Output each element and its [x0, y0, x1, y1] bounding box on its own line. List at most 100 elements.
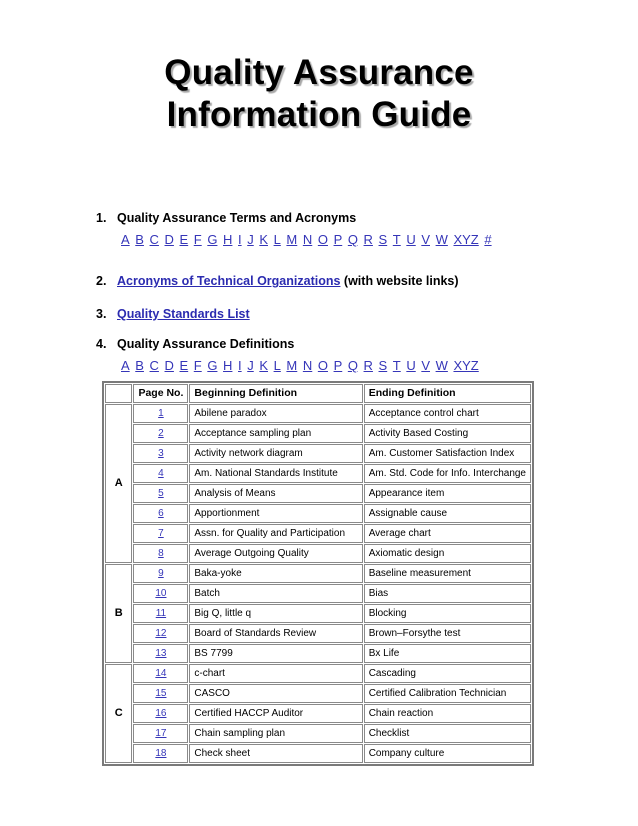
- terms-letter-link[interactable]: I: [238, 232, 242, 247]
- terms-letter-link[interactable]: O: [318, 232, 328, 247]
- standards-list-link[interactable]: Quality Standards List: [117, 307, 250, 321]
- page-link[interactable]: 10: [155, 588, 166, 599]
- definitions-letter-link[interactable]: D: [165, 358, 174, 373]
- terms-letter-link[interactable]: R: [364, 232, 373, 247]
- ending-definition: Average chart: [363, 524, 531, 543]
- definitions-letter-link[interactable]: M: [286, 358, 297, 373]
- page-link[interactable]: 7: [158, 528, 164, 539]
- page-link[interactable]: 3: [158, 448, 164, 459]
- page-link[interactable]: 11: [156, 608, 166, 619]
- acronyms-link[interactable]: Acronyms of Technical Organizations: [117, 274, 340, 288]
- definitions-letter-link[interactable]: J: [247, 358, 254, 373]
- terms-letter-link[interactable]: S: [379, 232, 388, 247]
- definitions-letter-link[interactable]: R: [364, 358, 373, 373]
- terms-letter-link[interactable]: D: [165, 232, 174, 247]
- ending-definition: Assignable cause: [363, 504, 531, 523]
- definitions-letter-link[interactable]: I: [238, 358, 242, 373]
- definitions-table: Page No. Beginning Definition Ending Def…: [102, 381, 534, 766]
- terms-letter-link[interactable]: K: [259, 232, 268, 247]
- page-link[interactable]: 15: [155, 688, 166, 699]
- terms-letter-link[interactable]: B: [135, 232, 144, 247]
- terms-letter-index: A B C D E F G H I J K L M N O P Q R S T U V W XYZ #: [121, 232, 497, 248]
- group-letter: B: [105, 564, 133, 663]
- terms-letter-link[interactable]: #: [484, 232, 491, 247]
- ending-definition: Axiomatic design: [363, 544, 531, 563]
- definitions-letter-link[interactable]: L: [274, 358, 281, 373]
- table-row: 6 Apportionment Assignable cause: [105, 504, 531, 523]
- terms-letter-link[interactable]: XYZ: [453, 232, 478, 247]
- page-title: Quality Assurance Information Guide: [0, 52, 638, 136]
- definitions-letter-link[interactable]: S: [379, 358, 388, 373]
- terms-letter-link[interactable]: T: [393, 232, 401, 247]
- definitions-letter-link[interactable]: E: [180, 358, 189, 373]
- page-link[interactable]: 16: [155, 708, 166, 719]
- terms-letter-link[interactable]: J: [247, 232, 254, 247]
- definitions-letter-link[interactable]: W: [436, 358, 448, 373]
- page-cell: 4: [133, 464, 189, 483]
- terms-letter-link[interactable]: U: [406, 232, 415, 247]
- ending-definition: Bias: [363, 584, 531, 603]
- page-cell: 16: [133, 704, 189, 723]
- page-link[interactable]: 5: [158, 488, 164, 499]
- page-link[interactable]: 18: [155, 748, 166, 759]
- beginning-definition: Batch: [189, 584, 363, 603]
- definitions-letter-link[interactable]: U: [406, 358, 415, 373]
- definitions-letter-link[interactable]: B: [135, 358, 144, 373]
- definitions-letter-link[interactable]: A: [121, 358, 130, 373]
- ending-definition: Chain reaction: [363, 704, 531, 723]
- terms-letter-link[interactable]: L: [274, 232, 281, 247]
- definitions-letter-link[interactable]: P: [334, 358, 343, 373]
- section-number: 3.: [96, 307, 107, 321]
- definitions-letter-link[interactable]: N: [303, 358, 312, 373]
- definitions-letter-link[interactable]: F: [194, 358, 202, 373]
- definitions-letter-link[interactable]: H: [223, 358, 232, 373]
- page-link[interactable]: 1: [158, 408, 164, 419]
- definitions-letter-link[interactable]: C: [150, 358, 159, 373]
- page-cell: 9: [133, 564, 189, 583]
- page-cell: 18: [133, 744, 189, 763]
- ending-definition: Am. Std. Code for Info. Interchange: [363, 464, 531, 483]
- definitions-letter-link[interactable]: O: [318, 358, 328, 373]
- terms-letter-link[interactable]: V: [421, 232, 430, 247]
- terms-letter-link[interactable]: W: [436, 232, 448, 247]
- terms-letter-link[interactable]: G: [207, 232, 217, 247]
- definitions-letter-link[interactable]: Q: [348, 358, 358, 373]
- terms-letter-link[interactable]: P: [334, 232, 343, 247]
- ending-definition: Company culture: [363, 744, 531, 763]
- header-page-no: Page No.: [133, 384, 189, 403]
- ending-definition: Brown–Forsythe test: [363, 624, 531, 643]
- table-row: 16 Certified HACCP Auditor Chain reaction: [105, 704, 531, 723]
- page-cell: 1: [133, 404, 189, 423]
- page-link[interactable]: 2: [158, 428, 164, 439]
- definitions-letter-link[interactable]: K: [259, 358, 268, 373]
- beginning-definition: Certified HACCP Auditor: [189, 704, 363, 723]
- page-link[interactable]: 14: [155, 668, 166, 679]
- table-row: 15 CASCO Certified Calibration Technician: [105, 684, 531, 703]
- terms-letter-link[interactable]: C: [150, 232, 159, 247]
- definitions-letter-link[interactable]: T: [393, 358, 401, 373]
- terms-letter-link[interactable]: N: [303, 232, 312, 247]
- section-1-heading: 1. Quality Assurance Terms and Acronyms: [96, 210, 356, 226]
- ending-definition: Activity Based Costing: [363, 424, 531, 443]
- page-link[interactable]: 12: [155, 628, 166, 639]
- page-link[interactable]: 13: [155, 648, 166, 659]
- terms-letter-link[interactable]: E: [180, 232, 189, 247]
- page-link[interactable]: 9: [158, 568, 164, 579]
- beginning-definition: Acceptance sampling plan: [189, 424, 363, 443]
- definitions-letter-link[interactable]: XYZ: [453, 358, 478, 373]
- table-row: 5 Analysis of Means Appearance item: [105, 484, 531, 503]
- terms-letter-link[interactable]: Q: [348, 232, 358, 247]
- beginning-definition: Baka-yoke: [189, 564, 363, 583]
- terms-letter-link[interactable]: A: [121, 232, 130, 247]
- page-link[interactable]: 6: [158, 508, 164, 519]
- page-link[interactable]: 4: [158, 468, 164, 479]
- table-row: 7 Assn. for Quality and Participation Aver…: [105, 524, 531, 543]
- page-link[interactable]: 8: [158, 548, 164, 559]
- definitions-letter-link[interactable]: V: [421, 358, 430, 373]
- page-link[interactable]: 17: [155, 728, 166, 739]
- definitions-letter-link[interactable]: G: [207, 358, 217, 373]
- section-label: Quality Assurance Definitions: [117, 337, 295, 351]
- terms-letter-link[interactable]: F: [194, 232, 202, 247]
- terms-letter-link[interactable]: H: [223, 232, 232, 247]
- terms-letter-link[interactable]: M: [286, 232, 297, 247]
